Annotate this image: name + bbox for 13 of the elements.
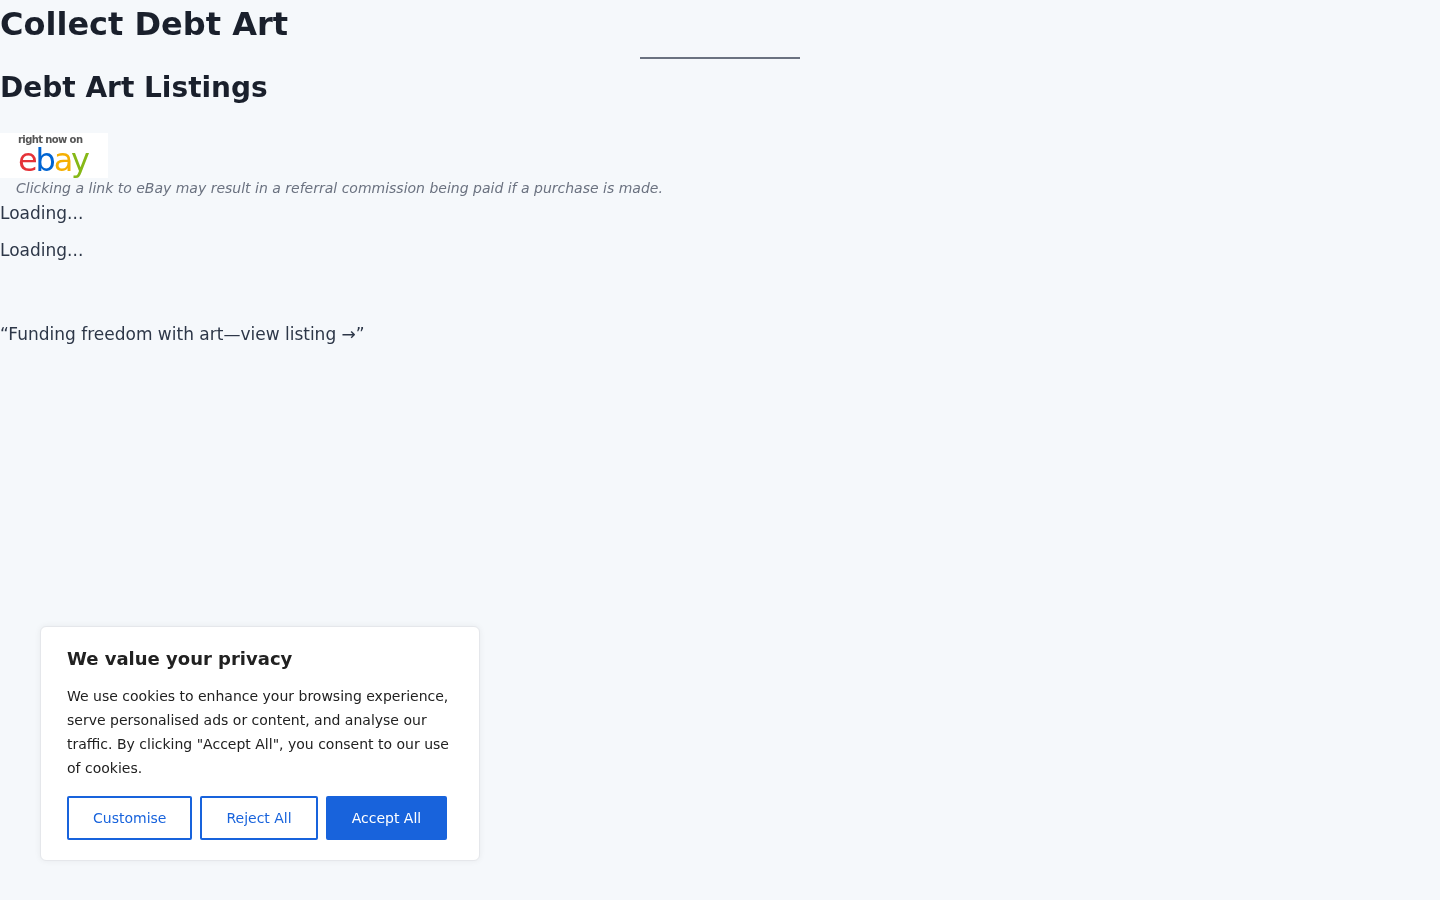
site-title: Collect Debt Art [0, 4, 288, 45]
listing-link[interactable]: “Funding freedom with art—view listing →” [0, 322, 365, 346]
ebay-banner[interactable]: right now on ebay [0, 133, 108, 178]
cookie-option-button[interactable]: Reject All [200, 796, 318, 840]
referral-disclaimer: Clicking a link to eBay may result in a referral commission being paid if a purchase is made. [15, 179, 663, 198]
cookie-option-button[interactable]: Customise [67, 796, 193, 840]
banner-tagline: right now on [18, 134, 83, 146]
accept-button[interactable]: Accept All [325, 796, 448, 840]
cookie-title: We value your privacy [67, 647, 294, 671]
loading-text: Loading... [0, 239, 84, 262]
cookie-text: We use cookies to enhance your browsing experience, serve personalised ads or content, and analyse our traffic. By clicking "Accept All", you consent to our use of cookies. [67, 687, 450, 778]
page-heading: Debt Art Listings [0, 70, 268, 106]
loading-text: Loading... [0, 202, 84, 225]
